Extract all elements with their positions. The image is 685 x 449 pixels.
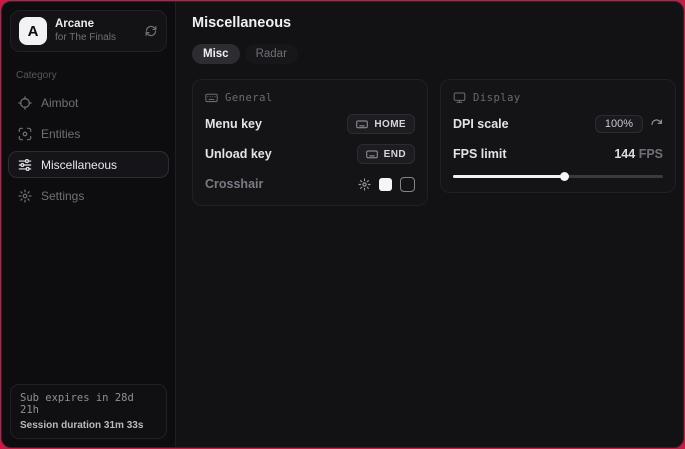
general-card: General Menu key HOME Unload key xyxy=(192,79,428,206)
crosshair-row: Crosshair xyxy=(205,174,415,194)
scan-icon xyxy=(18,127,32,141)
main-content: Miscellaneous Misc Radar General xyxy=(176,2,684,447)
session-duration-text: Session duration 31m 33s xyxy=(20,420,157,431)
brand-card: A Arcane for The Finals xyxy=(10,10,167,52)
cards-row: General Menu key HOME Unload key xyxy=(192,79,676,206)
refresh-icon[interactable] xyxy=(144,24,158,38)
general-card-title: General xyxy=(225,92,273,104)
crosshair-label: Crosshair xyxy=(205,177,263,191)
fps-limit-label: FPS limit xyxy=(453,147,506,161)
page-title: Miscellaneous xyxy=(192,15,676,31)
gear-icon xyxy=(18,189,32,203)
menu-key-label: Menu key xyxy=(205,117,262,131)
display-card-header: Display xyxy=(453,91,663,104)
app-subtitle: for The Finals xyxy=(55,32,136,44)
crosshair-color-swatch[interactable] xyxy=(379,178,392,191)
slider-thumb[interactable] xyxy=(560,172,569,181)
app-logo: A xyxy=(19,17,47,45)
crosshair-settings-gear-icon[interactable] xyxy=(358,178,371,191)
unload-key-label: Unload key xyxy=(205,147,272,161)
sidebar-item-label: Entities xyxy=(41,127,80,141)
app-title: Arcane xyxy=(55,18,136,32)
crosshair-controls xyxy=(358,177,415,192)
dpi-scale-label: DPI scale xyxy=(453,117,509,131)
crosshair-checkbox[interactable] xyxy=(400,177,415,192)
menu-key-value: HOME xyxy=(374,119,406,130)
sub-expiry-text: Sub expires in 28d 21h xyxy=(20,392,157,416)
crosshair-icon xyxy=(18,96,32,110)
keyboard-icon xyxy=(205,91,218,104)
tab-radar[interactable]: Radar xyxy=(245,44,298,64)
sidebar-item-label: Miscellaneous xyxy=(41,158,117,172)
fps-limit-slider[interactable] xyxy=(453,172,663,181)
general-card-header: General xyxy=(205,91,415,104)
fps-unit: FPS xyxy=(639,147,663,161)
tab-misc[interactable]: Misc xyxy=(192,44,240,64)
menu-key-button[interactable]: HOME xyxy=(347,114,415,134)
display-card: Display DPI scale 100% FPS limit xyxy=(440,79,676,193)
sidebar-nav: Aimbot Entities Miscella xyxy=(8,89,169,209)
sidebar-item-label: Aimbot xyxy=(41,96,78,110)
app-window: A Arcane for The Finals Category Aimbot xyxy=(1,1,684,448)
fps-limit-value: 144 FPS xyxy=(614,147,663,161)
sliders-icon xyxy=(18,158,32,172)
sidebar-item-settings[interactable]: Settings xyxy=(8,182,169,209)
monitor-icon xyxy=(453,91,466,104)
dpi-scale-row: DPI scale 100% xyxy=(453,114,663,134)
slider-fill xyxy=(453,175,564,178)
dpi-scale-value: 100% xyxy=(595,115,643,133)
keyboard-icon xyxy=(366,148,378,160)
unload-key-value: END xyxy=(384,149,406,160)
keyboard-icon xyxy=(356,118,368,130)
sidebar-item-entities[interactable]: Entities xyxy=(8,120,169,147)
category-label: Category xyxy=(16,70,161,81)
fps-limit-row: FPS limit 144 FPS xyxy=(453,144,663,164)
unload-key-row: Unload key END xyxy=(205,144,415,164)
sidebar-item-aimbot[interactable]: Aimbot xyxy=(8,89,169,116)
sidebar-item-miscellaneous[interactable]: Miscellaneous xyxy=(8,151,169,178)
fps-number: 144 xyxy=(614,147,635,161)
sidebar: A Arcane for The Finals Category Aimbot xyxy=(2,2,176,447)
subscription-info: Sub expires in 28d 21h Session duration … xyxy=(10,384,167,439)
dpi-scale-select[interactable]: 100% xyxy=(595,115,663,133)
menu-key-row: Menu key HOME xyxy=(205,114,415,134)
sidebar-item-label: Settings xyxy=(41,189,84,203)
tab-bar: Misc Radar xyxy=(192,44,676,64)
brand-text: Arcane for The Finals xyxy=(55,18,136,45)
display-card-title: Display xyxy=(473,92,521,104)
unload-key-button[interactable]: END xyxy=(357,144,415,164)
refresh-icon[interactable] xyxy=(650,118,663,131)
